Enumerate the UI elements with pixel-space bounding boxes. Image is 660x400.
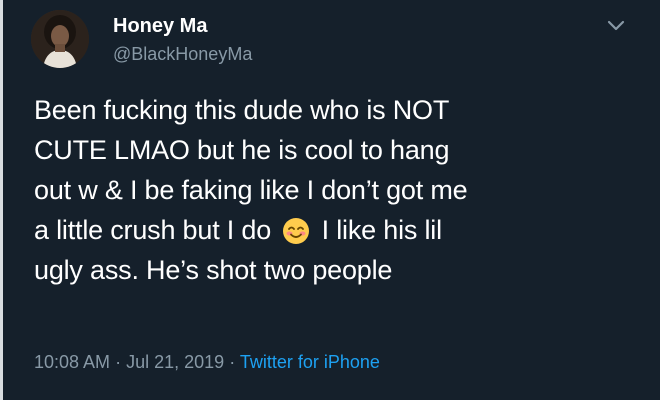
smiling-face-with-smiling-eyes-icon (283, 218, 310, 244)
avatar[interactable] (31, 10, 89, 68)
chevron-down-icon[interactable] (605, 14, 627, 36)
tweet-meta: 10:08 AM · Jul 21, 2019 · Twitter for iP… (34, 352, 380, 373)
tweet-line: CUTE LMAO but he is cool to hang (34, 135, 450, 165)
user-handle[interactable]: @BlackHoneyMa (113, 42, 252, 66)
tweet-source-link[interactable]: Twitter for iPhone (240, 352, 380, 372)
tweet-card: Honey Ma @BlackHoneyMa Been fucking this… (0, 0, 660, 400)
tweet-time[interactable]: 10:08 AM (34, 352, 110, 372)
tweet-body: Been fucking this dude who is NOT CUTE L… (34, 90, 644, 290)
meta-separator: · (229, 352, 236, 372)
tweet-line-segment: a little crush but I do (34, 215, 272, 245)
tweet-line-segment: I like his lil (321, 215, 442, 245)
author-names[interactable]: Honey Ma @BlackHoneyMa (113, 14, 252, 66)
tweet-line: ugly ass. He’s shot two people (34, 255, 393, 285)
tweet-header: Honey Ma @BlackHoneyMa (31, 10, 631, 72)
tweet-line: Been fucking this dude who is NOT (34, 95, 450, 125)
display-name[interactable]: Honey Ma (113, 14, 252, 38)
avatar-photo-icon (31, 10, 89, 68)
tweet-date[interactable]: Jul 21, 2019 (126, 352, 224, 372)
tweet-line: out w & I be faking like I don’t got me (34, 175, 468, 205)
meta-separator: · (115, 352, 122, 372)
tweet-line: a little crush but I do I like his lil (34, 210, 644, 250)
